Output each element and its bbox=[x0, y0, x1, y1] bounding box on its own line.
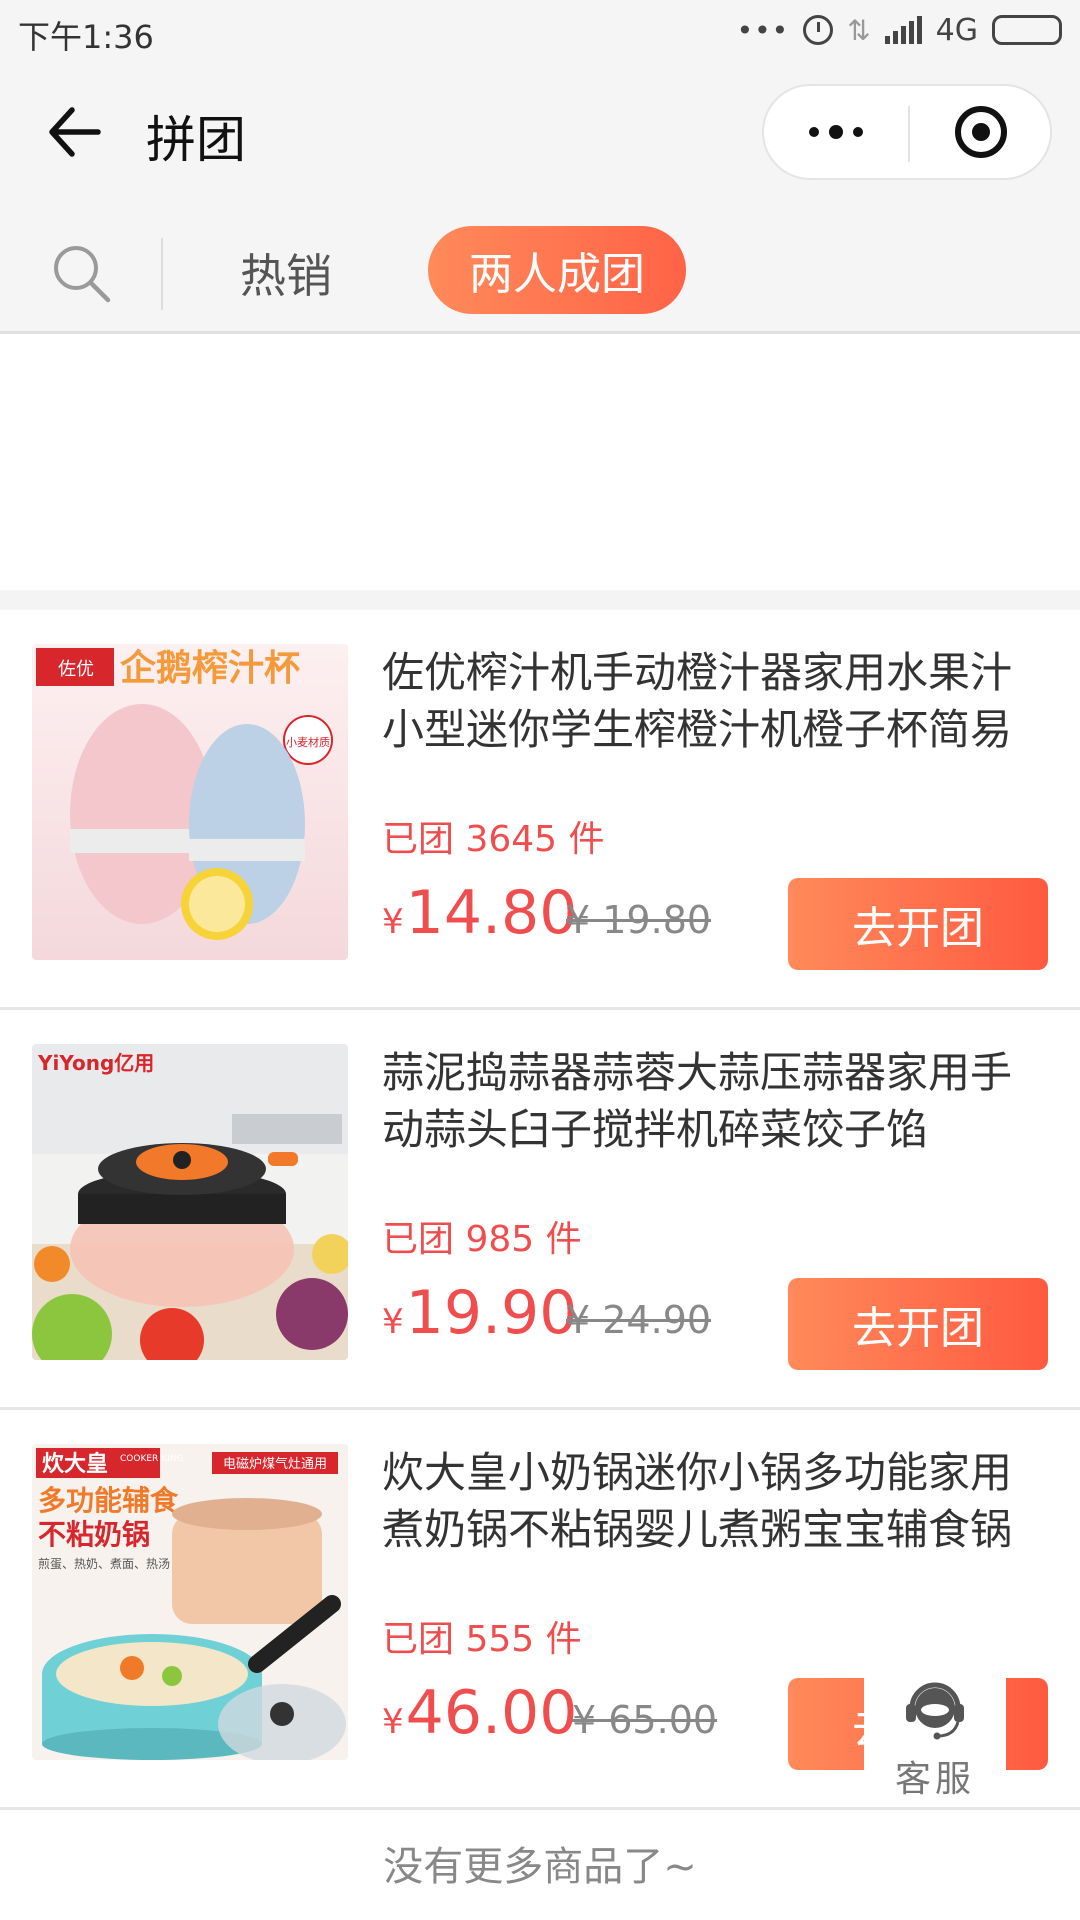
signal-icon bbox=[884, 16, 922, 44]
product-item-garlic-press[interactable]: YiYong亿用 蒜泥捣蒜器蒜蓉大蒜压蒜器家用手动蒜头臼子搅拌机碎菜饺子馅 已团… bbox=[0, 1010, 1080, 1410]
miniprogram-capsule bbox=[762, 84, 1052, 180]
target-icon bbox=[955, 106, 1007, 158]
image-brand-en-text: COOKER KING bbox=[120, 1454, 183, 1464]
data-transfer-icon: ⇅ bbox=[847, 13, 871, 47]
image-brand-text: YiYong亿用 bbox=[37, 1051, 154, 1075]
image-line2-text: 不粘奶锅 bbox=[38, 1518, 150, 1551]
tab-two-person-group[interactable]: 两人成团 bbox=[428, 226, 686, 314]
sold-count: 已团 555 件 bbox=[382, 1619, 582, 1660]
original-price: ¥ 19.80 bbox=[566, 898, 712, 942]
status-icons: ••• ⇅ 4G bbox=[737, 10, 1062, 50]
tabs-divider bbox=[161, 238, 163, 310]
more-menu-button[interactable] bbox=[764, 86, 908, 178]
start-group-button[interactable]: 去开团 bbox=[788, 1278, 1048, 1370]
alarm-icon bbox=[803, 15, 834, 45]
list-end-text: 没有更多商品了~ bbox=[383, 1844, 697, 1890]
product-item-juicer[interactable]: 佐优 企鹅榨汁杯 小麦材质 佐优榨汁机手动橙汁器家用水果汁小型迷你学生榨橙汁机橙… bbox=[0, 610, 1080, 1010]
network-type: 4G bbox=[935, 12, 978, 48]
image-badge-text: 小麦材质 bbox=[286, 735, 330, 749]
back-arrow-icon[interactable] bbox=[44, 102, 104, 162]
group-price: ¥14.80 bbox=[382, 878, 578, 948]
sold-count: 已团 3645 件 bbox=[382, 819, 605, 860]
customer-service-button[interactable]: 客服 bbox=[864, 1660, 1006, 1800]
image-brand-text: 炊大皇 bbox=[42, 1451, 108, 1477]
original-price: ¥ 24.90 bbox=[566, 1298, 712, 1342]
battery-icon bbox=[992, 15, 1062, 45]
product-title[interactable]: 炊大皇小奶锅迷你小锅多功能家用煮奶锅不粘锅婴儿煮粥宝宝辅食锅 bbox=[382, 1444, 1022, 1558]
product-image-garlic-press[interactable]: YiYong亿用 bbox=[32, 1044, 348, 1360]
status-time: 下午1:36 bbox=[18, 18, 154, 56]
nav-bar: 拼团 bbox=[0, 60, 1080, 208]
headset-icon bbox=[906, 1682, 964, 1740]
product-image-milk-pot[interactable]: 炊大皇 COOKER KING 电磁炉煤气灶通用 多功能辅食 不粘奶锅 煎蛋、热… bbox=[32, 1444, 348, 1760]
product-title[interactable]: 佐优榨汁机手动橙汁器家用水果汁小型迷你学生榨橙汁机橙子杯简易 bbox=[382, 644, 1022, 758]
image-tag-text: 电磁炉煤气灶通用 bbox=[223, 1456, 327, 1472]
image-brand-text: 佐优 bbox=[58, 659, 94, 680]
banner-area bbox=[0, 334, 1080, 590]
tab-hot[interactable]: 热销 bbox=[240, 240, 332, 306]
status-bar: 下午1:36 ••• ⇅ 4G bbox=[0, 0, 1080, 60]
group-price: ¥19.90 bbox=[382, 1278, 578, 1348]
group-price: ¥46.00 bbox=[382, 1678, 578, 1748]
sold-count: 已团 985 件 bbox=[382, 1219, 582, 1260]
image-caption-text: 企鹅榨汁杯 bbox=[120, 647, 300, 689]
image-small-text: 煎蛋、热奶、煮面、热汤 bbox=[38, 1556, 170, 1571]
product-image-juicer[interactable]: 佐优 企鹅榨汁杯 小麦材质 bbox=[32, 644, 348, 960]
image-line1-text: 多功能辅食 bbox=[38, 1484, 179, 1517]
more-notifications-icon: ••• bbox=[736, 13, 790, 47]
section-gap bbox=[0, 590, 1080, 610]
close-miniprogram-button[interactable] bbox=[910, 86, 1052, 178]
customer-service-label: 客服 bbox=[894, 1759, 975, 1800]
page-title: 拼团 bbox=[146, 111, 246, 169]
original-price: ¥ 65.00 bbox=[572, 1698, 718, 1742]
product-title[interactable]: 蒜泥捣蒜器蒜蓉大蒜压蒜器家用手动蒜头臼子搅拌机碎菜饺子馅 bbox=[382, 1044, 1022, 1158]
search-icon[interactable] bbox=[48, 240, 114, 306]
tabs-bar: 热销 两人成团 bbox=[0, 208, 1080, 334]
start-group-button[interactable]: 去开团 bbox=[788, 878, 1048, 970]
